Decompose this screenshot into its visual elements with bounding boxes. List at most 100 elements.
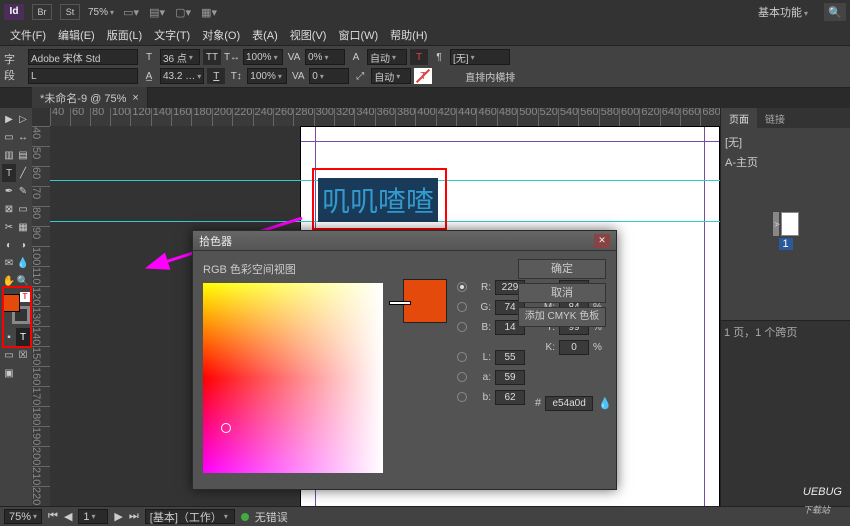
b-radio[interactable] <box>457 322 467 332</box>
ok-button[interactable]: 确定 <box>518 259 606 279</box>
layout-icon[interactable]: ▭▾ <box>122 4 140 20</box>
auto2-field[interactable]: 自动 <box>371 68 411 84</box>
menu-edit[interactable]: 编辑(E) <box>52 24 101 46</box>
arrange-icon[interactable]: ▦▾ <box>200 4 218 20</box>
pages-panel-tab[interactable]: 页面 <box>721 108 757 128</box>
font-size-field[interactable]: 36 点 <box>160 49 200 65</box>
apply-color-button[interactable]: ▪ <box>2 328 16 346</box>
r-radio[interactable] <box>457 282 467 292</box>
page-nav-prev-icon[interactable]: ◀ <box>64 510 72 523</box>
tracking-field[interactable]: 0 <box>309 68 349 84</box>
stroke-text-icon[interactable]: T <box>414 68 432 84</box>
kerning-field[interactable]: 0% <box>305 49 345 65</box>
page-nav-next-icon[interactable]: ▶ <box>114 510 122 523</box>
eyedropper-icon[interactable]: 💧 <box>597 395 613 411</box>
document-tab[interactable]: *未命名-9 @ 75% × <box>32 87 148 109</box>
para-style-field[interactable]: [无] <box>450 49 510 65</box>
gradient-swatch-tool[interactable]: ◐ <box>2 236 16 254</box>
hand-tool[interactable]: ✋ <box>2 272 16 290</box>
k-input[interactable] <box>559 340 589 355</box>
vscale-field[interactable]: 100% <box>247 68 287 84</box>
g-radio[interactable] <box>457 302 467 312</box>
menu-window[interactable]: 窗口(W) <box>332 24 384 46</box>
content-collector-tool[interactable]: ▥ <box>2 146 16 164</box>
pencil-tool[interactable]: ✎ <box>16 182 30 200</box>
screen-icon[interactable]: ▢▾ <box>174 4 192 20</box>
note-tool[interactable]: ✉ <box>2 254 16 272</box>
pen-tool[interactable]: ✒ <box>2 182 16 200</box>
add-cmyk-swatch-button[interactable]: 添加 CMYK 色板 <box>518 307 606 327</box>
auto-field[interactable]: 自动 <box>367 49 407 65</box>
search-icon[interactable]: 🔍 <box>824 3 846 21</box>
page-nav-first-icon[interactable]: ⏮ <box>48 510 58 523</box>
cancel-button[interactable]: 取消 <box>518 283 606 303</box>
l-input[interactable] <box>495 350 525 365</box>
page-thumb-1[interactable] <box>781 212 799 236</box>
menu-object[interactable]: 对象(O) <box>196 24 246 46</box>
para-mode-label[interactable]: 段 <box>4 67 26 83</box>
status-profile[interactable]: [基本]（工作） <box>145 509 235 524</box>
char-mode-label[interactable]: 字 <box>4 51 26 67</box>
gap-tool[interactable]: ↔ <box>16 128 30 146</box>
workspace-switcher[interactable]: 基本功能 <box>750 2 816 22</box>
zoom-level[interactable]: 75% <box>88 7 114 18</box>
bridge-button[interactable]: Br <box>32 4 52 20</box>
fill-stroke-swatch[interactable]: T <box>2 294 30 324</box>
text-frame[interactable]: 叽叽喳喳 <box>312 168 447 230</box>
page-tool[interactable]: ▭ <box>2 128 16 146</box>
l-radio[interactable] <box>457 352 467 362</box>
hscale-field[interactable]: 100% <box>243 49 283 65</box>
close-tab-icon[interactable]: × <box>132 92 138 104</box>
b2-input[interactable] <box>495 390 525 405</box>
rectangle-tool[interactable]: ▭ <box>16 200 30 218</box>
tatechuyoko-label[interactable]: 直排内横排 <box>465 69 515 84</box>
scissors-tool[interactable]: ✂ <box>2 218 16 236</box>
status-zoom[interactable]: 75% <box>4 509 42 524</box>
close-icon[interactable]: ✕ <box>594 234 610 248</box>
horizontal-ruler[interactable]: 4060801001201401601802002202402602803003… <box>50 108 720 126</box>
fill-swatch[interactable] <box>2 294 20 312</box>
master-a-row[interactable]: A-主页 <box>725 152 846 172</box>
selection-tool[interactable]: ▶ <box>2 110 16 128</box>
gradient-feather-tool[interactable]: ◑ <box>16 236 30 254</box>
underline-button[interactable]: T <box>207 68 225 84</box>
preflight-label[interactable]: 无错误 <box>255 509 288 525</box>
hex-input[interactable] <box>545 396 593 411</box>
vertical-ruler[interactable]: 4050607080901001101201301401501601701801… <box>32 126 50 526</box>
font-style-field[interactable]: L <box>28 68 138 84</box>
links-panel-tab[interactable]: 链接 <box>757 108 793 128</box>
saturation-value-field[interactable] <box>203 283 383 473</box>
apply-none-button[interactable]: ☒ <box>16 346 30 364</box>
content-placer-tool[interactable]: ▤ <box>16 146 30 164</box>
font-family-field[interactable]: Adobe 宋体 Std <box>28 49 138 65</box>
normal-view-button[interactable]: ▭ <box>2 346 16 364</box>
b2-radio[interactable] <box>457 392 467 402</box>
apply-text-button[interactable]: T <box>16 328 30 346</box>
menu-help[interactable]: 帮助(H) <box>384 24 433 46</box>
a-input[interactable] <box>495 370 525 385</box>
master-none-row[interactable]: [无] <box>725 132 846 152</box>
menu-layout[interactable]: 版面(L) <box>101 24 148 46</box>
allcaps-button[interactable]: TT <box>203 49 221 65</box>
sample-text[interactable]: 叽叽喳喳 <box>318 178 438 222</box>
preview-button[interactable]: ▣ <box>2 364 16 382</box>
stock-button[interactable]: St <box>60 4 80 20</box>
dialog-titlebar[interactable]: 拾色器 ✕ <box>193 231 616 251</box>
menu-file[interactable]: 文件(F) <box>4 24 52 46</box>
fill-text-icon[interactable]: T <box>410 49 428 65</box>
menu-table[interactable]: 表(A) <box>246 24 284 46</box>
page-nav-last-icon[interactable]: ⏭ <box>129 510 139 523</box>
menu-view[interactable]: 视图(V) <box>284 24 333 46</box>
view-icon[interactable]: ▤▾ <box>148 4 166 20</box>
free-transform-tool[interactable]: ▦ <box>16 218 30 236</box>
zoom-tool[interactable]: 🔍 <box>16 272 30 290</box>
direct-selection-tool[interactable]: ▷ <box>16 110 30 128</box>
rectangle-frame-tool[interactable]: ⊠ <box>2 200 16 218</box>
status-page[interactable]: 1 <box>78 509 108 524</box>
a-radio[interactable] <box>457 372 467 382</box>
eyedropper-tool[interactable]: 💧 <box>16 254 30 272</box>
line-tool[interactable]: ╱ <box>16 164 30 182</box>
leading-field[interactable]: 43.2 … <box>160 68 204 84</box>
format-text-icon[interactable]: T <box>20 292 30 302</box>
menu-type[interactable]: 文字(T) <box>148 24 196 46</box>
